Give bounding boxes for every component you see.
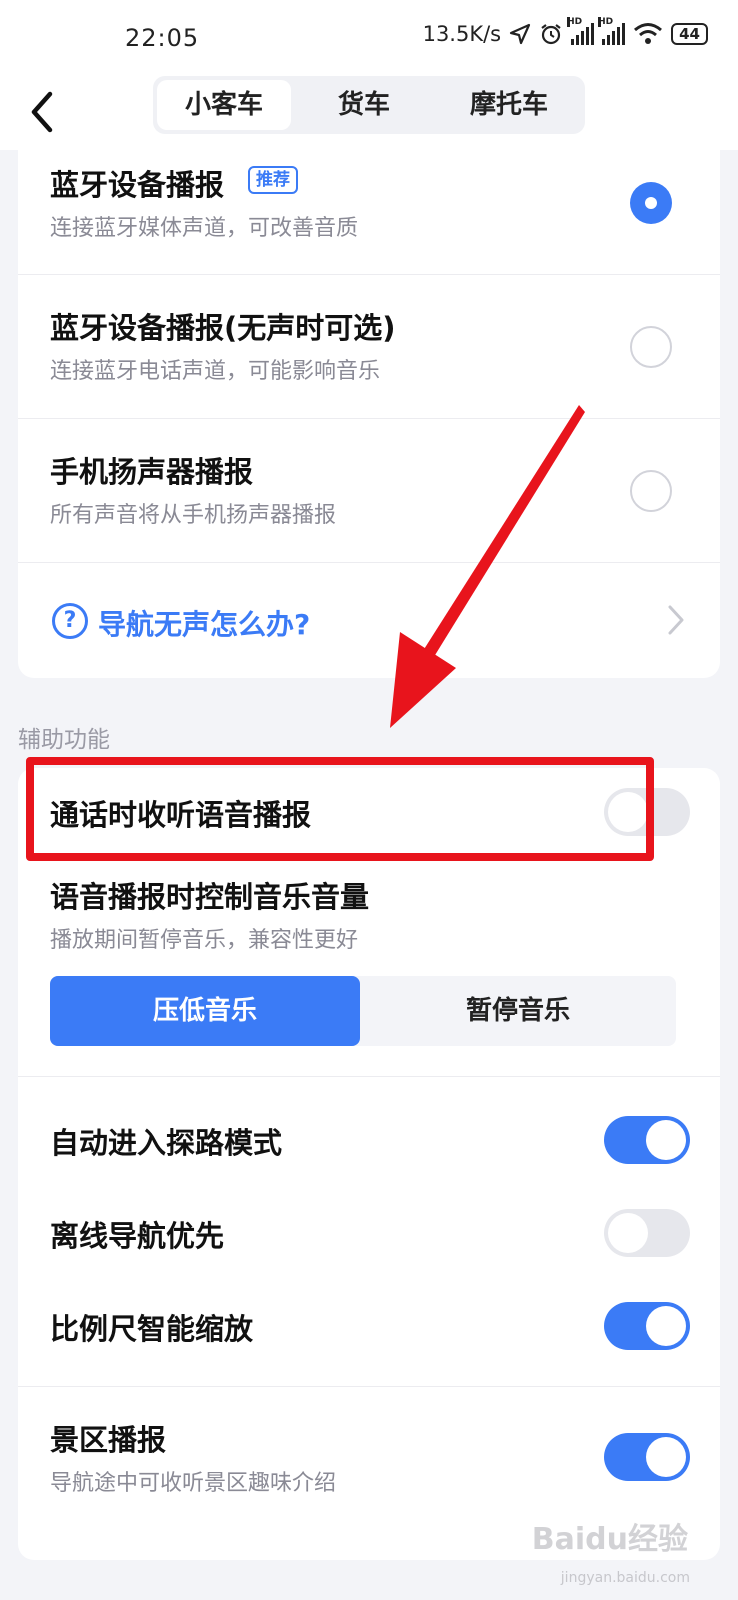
option-title: 蓝牙设备播报	[50, 168, 225, 202]
assist-functions-card: 通话时收听语音播报 语音播报时控制音乐音量 播放期间暂停音乐，兼容性更好 压低音…	[18, 768, 720, 1560]
smart-zoom-title: 比例尺智能缩放	[50, 1312, 254, 1346]
auto-explore-toggle[interactable]	[604, 1116, 690, 1164]
section-title: 辅助功能	[18, 727, 110, 753]
toggle-row: 自动进入探路模式	[18, 1110, 720, 1170]
option-subtitle: 连接蓝牙媒体声道，可改善音质	[50, 216, 359, 241]
status-bar: 22:05 13.5K/s HD HD 44	[0, 0, 738, 80]
toggle-knob	[646, 1120, 686, 1160]
scenic-subtitle: 导航途中可收听景区趣味介绍	[50, 1471, 337, 1496]
battery-icon: 44	[671, 23, 708, 45]
tab-truck[interactable]: 货车	[295, 80, 433, 130]
signal-hd-icon: HD	[598, 17, 626, 45]
vehicle-type-tabs: 小客车 货车 摩托车	[153, 76, 585, 134]
radio-unselected-icon[interactable]	[630, 470, 672, 512]
option-subtitle: 所有声音将从手机扬声器播报	[50, 503, 337, 528]
back-icon[interactable]	[22, 88, 62, 136]
music-control-title: 语音播报时控制音乐音量	[50, 880, 370, 914]
recommended-badge: 推荐	[248, 166, 298, 194]
option-title: 蓝牙设备播报(无声时可选)	[50, 311, 396, 345]
scenic-toggle[interactable]	[604, 1433, 690, 1481]
help-link[interactable]: ? 导航无声怎么办?	[18, 563, 720, 678]
divider	[18, 1076, 720, 1077]
music-mode-selector: 压低音乐 暂停音乐	[50, 976, 676, 1046]
wifi-icon	[634, 23, 663, 44]
option-subtitle: 连接蓝牙电话声道，可能影响音乐	[50, 359, 381, 384]
toggle-knob	[608, 1213, 648, 1253]
option-bluetooth-media[interactable]: 蓝牙设备播报 推荐 连接蓝牙媒体声道，可改善音质	[18, 150, 720, 274]
toggle-row: 比例尺智能缩放	[18, 1296, 720, 1356]
alarm-icon	[541, 24, 561, 45]
option-bluetooth-phone[interactable]: 蓝牙设备播报(无声时可选) 连接蓝牙电话声道，可能影响音乐	[18, 275, 720, 418]
toggle-knob	[646, 1437, 686, 1477]
smart-zoom-toggle[interactable]	[604, 1302, 690, 1350]
status-icons: 13.5K/s HD HD 44	[422, 17, 708, 46]
offline-nav-toggle[interactable]	[604, 1209, 690, 1257]
radio-selected-icon[interactable]	[630, 182, 672, 224]
toggle-row: 离线导航优先	[18, 1203, 720, 1263]
music-control-subtitle: 播放期间暂停音乐，兼容性更好	[50, 928, 359, 953]
baidu-watermark-logo: Baidu经验	[531, 1522, 688, 1557]
status-time: 22:05	[125, 24, 200, 52]
baidu-watermark-url: jingyan.baidu.com	[560, 1570, 690, 1586]
option-phone-speaker[interactable]: 手机扬声器播报 所有声音将从手机扬声器播报	[18, 419, 720, 562]
radio-unselected-icon[interactable]	[630, 326, 672, 368]
option-title: 手机扬声器播报	[50, 455, 254, 489]
offline-nav-title: 离线导航优先	[50, 1219, 225, 1253]
tab-motorcycle[interactable]: 摩托车	[437, 80, 581, 130]
toggle-knob	[646, 1306, 686, 1346]
net-speed: 13.5K/s	[422, 22, 502, 46]
question-icon: ?	[52, 603, 88, 639]
broadcast-options-card: 蓝牙设备播报 推荐 连接蓝牙媒体声道，可改善音质 蓝牙设备播报(无声时可选) 连…	[18, 150, 720, 678]
lower-music-option[interactable]: 压低音乐	[50, 976, 360, 1046]
signal-hd-icon: HD	[567, 17, 595, 45]
scenic-title: 景区播报	[50, 1423, 167, 1457]
tab-car[interactable]: 小客车	[157, 80, 291, 130]
pause-music-option[interactable]: 暂停音乐	[360, 976, 676, 1046]
annotation-highlight-box	[26, 757, 654, 861]
help-link-label: 导航无声怎么办?	[98, 608, 311, 641]
chevron-right-icon	[668, 605, 684, 635]
auto-explore-title: 自动进入探路模式	[50, 1126, 283, 1160]
header: 小客车 货车 摩托车	[0, 76, 738, 150]
location-arrow-icon	[510, 23, 531, 45]
